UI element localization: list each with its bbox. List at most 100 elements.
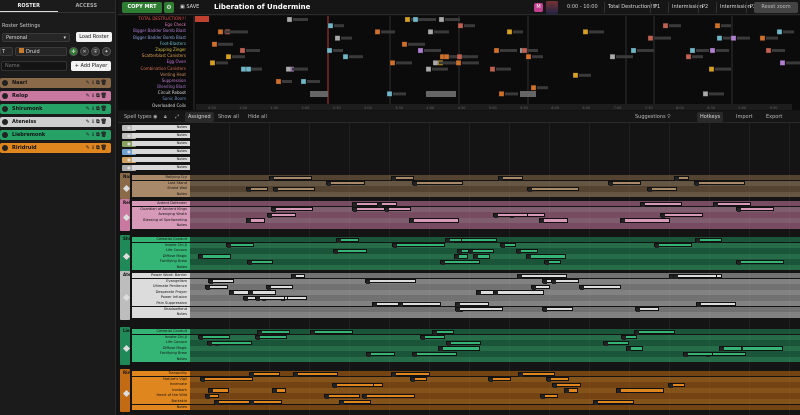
dps-role-icon[interactable]: ✕	[80, 47, 89, 56]
phase-tab[interactable]: P2	[698, 2, 711, 13]
cooldown-bar[interactable]	[432, 329, 454, 335]
save-button[interactable]: ▣ SAVE	[180, 2, 199, 13]
cooldown-bar[interactable]	[626, 346, 643, 352]
cooldown-bar[interactable]	[455, 301, 489, 307]
load-roster-button[interactable]: Load Roster	[76, 32, 112, 42]
spell-row[interactable]	[132, 393, 800, 399]
cooldown-bar[interactable]	[440, 259, 480, 265]
cooldown-bar[interactable]	[247, 259, 273, 265]
cooldown-bar[interactable]	[674, 175, 689, 181]
cooldown-bar[interactable]	[527, 186, 579, 192]
cooldown-bar[interactable]	[377, 201, 397, 207]
cooldown-bar[interactable]	[333, 248, 367, 254]
delete-icon[interactable]: 🗑︎	[101, 132, 108, 138]
support-role-icon[interactable]: ✦	[102, 47, 111, 56]
cooldown-bar[interactable]	[493, 290, 544, 296]
cooldown-bar[interactable]	[391, 175, 414, 181]
player-row[interactable]: Ateneiss ✎⇩⧉🗑︎	[0, 117, 111, 127]
spell-row[interactable]	[132, 175, 800, 181]
cooldown-bar[interactable]	[293, 371, 338, 377]
cooldown-bar[interactable]	[366, 351, 395, 357]
cooldown-bar[interactable]	[248, 290, 276, 296]
cooldown-bar[interactable]	[719, 346, 742, 352]
player-actions[interactable]: ✎⇩⧉🗑︎	[86, 130, 108, 140]
cooldown-bar[interactable]	[412, 351, 457, 357]
player-row[interactable]: Naari ✎⇩⧉🗑︎	[0, 78, 111, 88]
settings-gear-icon[interactable]: ⚙	[164, 2, 174, 13]
cooldown-bar[interactable]	[409, 218, 459, 224]
spell-row[interactable]	[132, 295, 800, 301]
cooldown-bar[interactable]	[526, 254, 566, 260]
cooldown-bar[interactable]	[246, 186, 268, 192]
collapse-diamond-icon[interactable]	[122, 294, 131, 302]
collapse-diamond-icon[interactable]	[122, 389, 131, 397]
cooldown-bar[interactable]	[352, 201, 380, 207]
copy-mrt-button[interactable]: COPY MRT	[122, 2, 162, 13]
cooldown-bar[interactable]	[207, 340, 252, 346]
cooldown-bar[interactable]	[249, 371, 280, 377]
cooldown-bar[interactable]	[208, 388, 229, 394]
spell-row[interactable]	[132, 265, 800, 271]
export-button[interactable]: Export	[766, 111, 782, 123]
cooldown-bar[interactable]	[324, 393, 360, 399]
show-all-button[interactable]: Show all	[218, 111, 239, 123]
cooldown-bar[interactable]	[198, 335, 230, 341]
cooldown-bar[interactable]	[198, 254, 231, 260]
cooldown-bar[interactable]	[200, 377, 253, 383]
cooldown-bar[interactable]	[517, 273, 567, 279]
cooldown-bar[interactable]	[736, 259, 784, 265]
spell-row[interactable]	[132, 223, 800, 229]
spell-row[interactable]	[132, 191, 800, 198]
spell-row[interactable]	[132, 206, 800, 212]
cooldown-bar[interactable]	[273, 186, 315, 192]
cooldown-bar[interactable]	[398, 301, 441, 307]
cooldown-bar[interactable]	[226, 243, 254, 249]
cooldown-bar[interactable]	[336, 237, 359, 243]
cooldown-bar[interactable]	[647, 186, 677, 192]
difficulty-badge[interactable]: M	[534, 3, 543, 12]
cooldown-bar[interactable]	[713, 201, 751, 207]
cooldown-bar[interactable]	[249, 399, 282, 405]
boss-portrait[interactable]	[546, 1, 558, 14]
cooldown-bar[interactable]	[603, 340, 629, 346]
cooldown-bar[interactable]	[255, 295, 285, 301]
player-actions[interactable]: ✎⇩⧉🗑︎	[86, 91, 108, 101]
roster-select[interactable]: Personal ▾	[2, 33, 70, 42]
cooldown-bar[interactable]	[635, 307, 659, 313]
delete-icon[interactable]: 🗑︎	[101, 145, 108, 151]
collapse-diamond-icon[interactable]	[122, 344, 131, 352]
cooldown-bar[interactable]	[391, 371, 430, 377]
player-actions[interactable]: ✎⇩⧉🗑︎	[86, 104, 108, 114]
cooldown-bar[interactable]	[546, 377, 569, 383]
player-row[interactable]: Relop ✎⇩⧉🗑︎	[0, 91, 111, 101]
cooldown-bar[interactable]	[542, 307, 573, 313]
cooldown-bar[interactable]	[500, 243, 516, 249]
hide-all-button[interactable]: Hide all	[248, 111, 267, 123]
spell-row[interactable]	[132, 217, 800, 224]
lock-icon[interactable]: 🔒︎	[164, 111, 167, 123]
spell-row[interactable]	[132, 382, 800, 388]
cooldown-bar[interactable]	[540, 393, 558, 399]
cooldown-bar[interactable]	[539, 218, 568, 224]
cooldown-bar[interactable]	[205, 284, 228, 290]
cooldown-bar[interactable]	[267, 212, 296, 218]
cooldown-bar[interactable]	[498, 175, 523, 181]
player-actions[interactable]: ✎⇩⧉🗑︎	[86, 143, 108, 153]
cooldown-bar[interactable]	[291, 273, 305, 279]
delete-icon[interactable]: 🗑︎	[101, 80, 108, 86]
cooldown-bar[interactable]	[518, 371, 555, 377]
cooldown-bar[interactable]	[271, 207, 313, 213]
cooldown-bar[interactable]	[654, 243, 692, 249]
reset-zoom-button[interactable]: Reset zoom	[754, 2, 798, 13]
cooldown-bar[interactable]	[621, 335, 637, 341]
cooldown-bar[interactable]	[420, 335, 445, 341]
assigned-filter[interactable]: Assigned	[185, 112, 214, 122]
collapse-diamond-icon[interactable]	[122, 185, 131, 193]
cooldown-bar[interactable]	[616, 388, 664, 394]
add-player-button[interactable]: + Add Player	[71, 61, 111, 71]
player-row[interactable]: Shirumonk ✎⇩⧉🗑︎	[0, 104, 111, 114]
delete-icon[interactable]: 🗑︎	[101, 119, 108, 125]
cooldown-bar[interactable]	[738, 346, 783, 352]
cooldown-bar[interactable]	[468, 248, 494, 254]
cooldown-bar[interactable]	[493, 212, 528, 218]
